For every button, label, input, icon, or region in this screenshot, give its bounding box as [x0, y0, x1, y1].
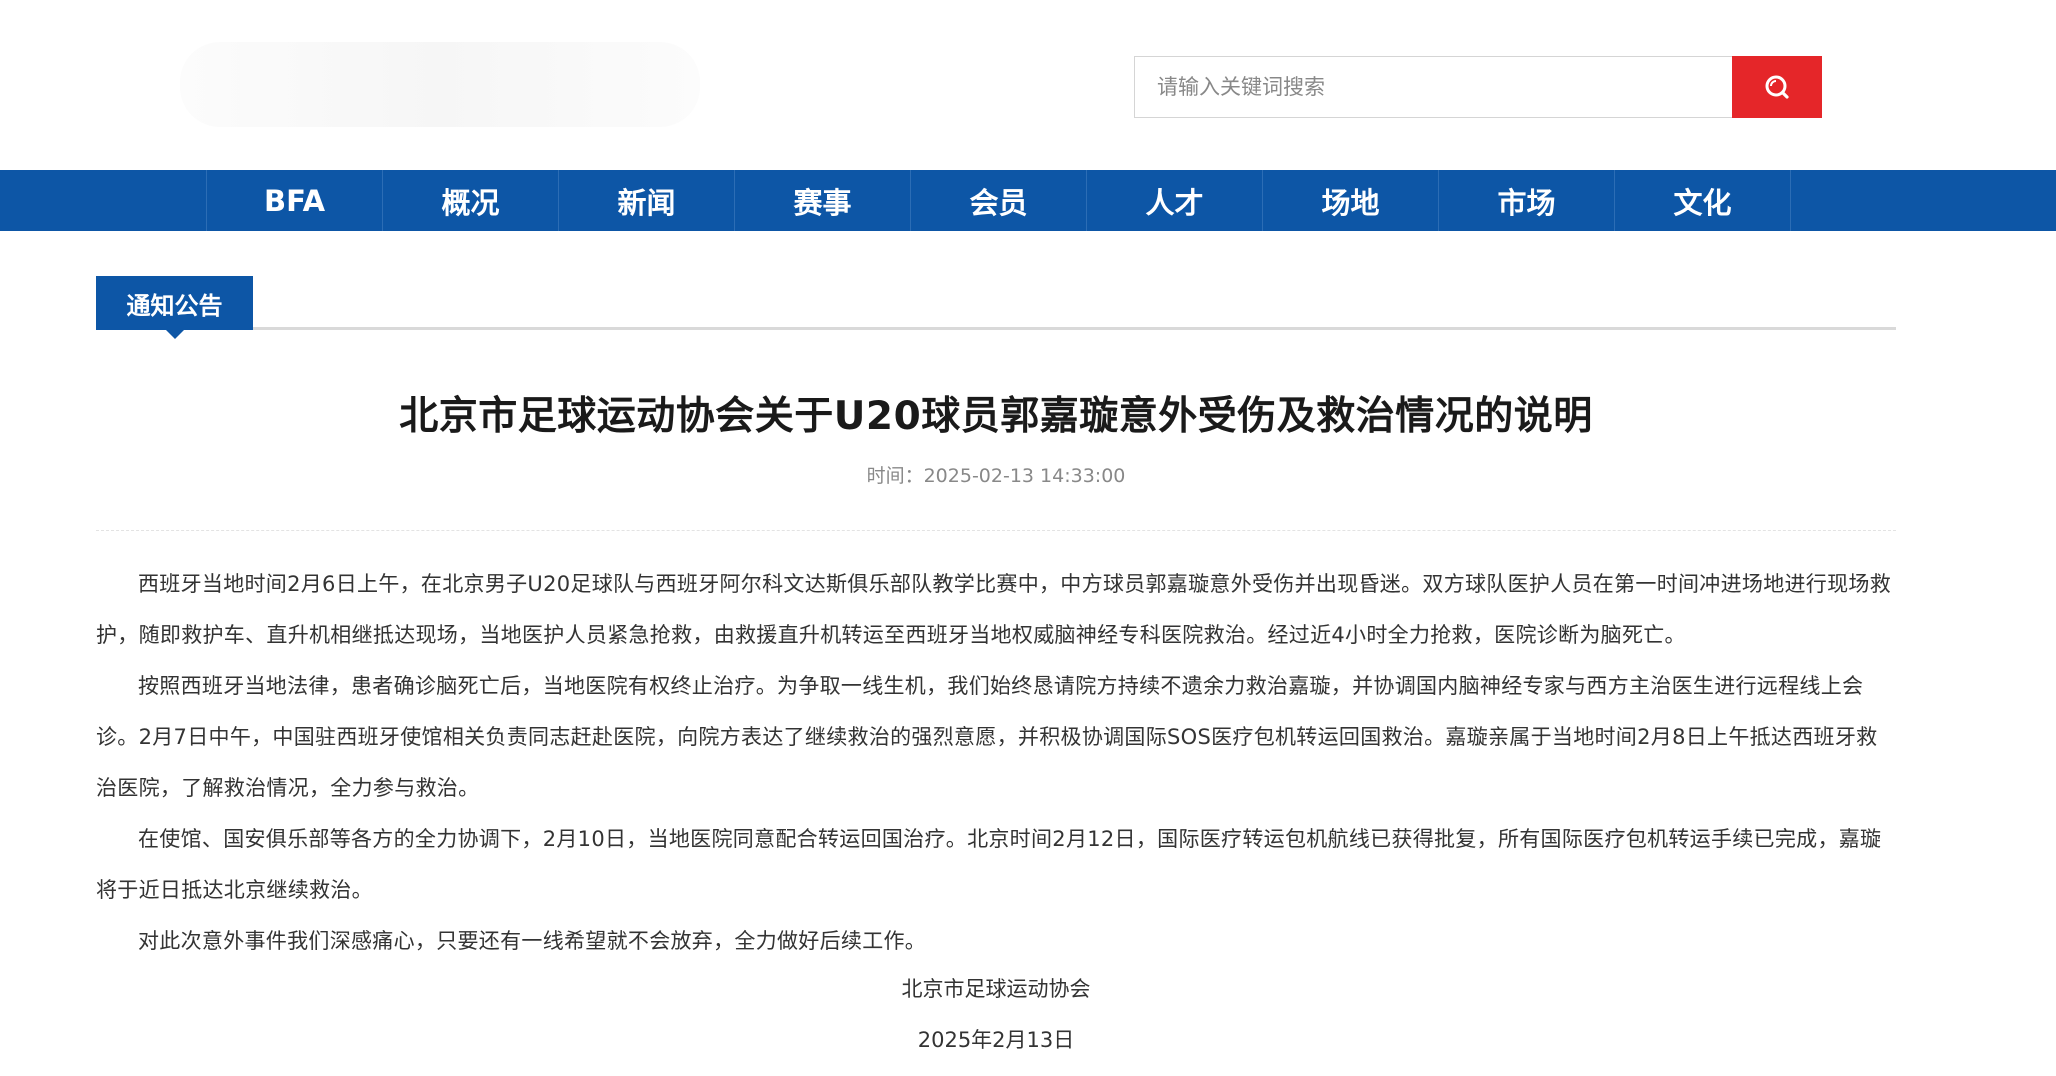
nav-item-overview[interactable]: 概况 — [383, 170, 559, 231]
nav-item-events[interactable]: 赛事 — [735, 170, 911, 231]
search-button[interactable] — [1732, 56, 1822, 118]
page-header — [0, 0, 2056, 170]
search-input[interactable] — [1134, 56, 1732, 118]
article-paragraph: 在使馆、国安俱乐部等各方的全力协调下，2月10日，当地医院同意配合转运回国治疗。… — [96, 827, 1882, 902]
search-box — [1134, 56, 1822, 118]
nav-items: BFA 概况 新闻 赛事 会员 人才 场地 市场 文化 — [206, 170, 1791, 231]
article-paragraph: 按照西班牙当地法律，患者确诊脑死亡后，当地医院有权终止治疗。为争取一线生机，我们… — [96, 674, 1878, 800]
search-icon — [1765, 75, 1789, 99]
nav-item-culture[interactable]: 文化 — [1615, 170, 1791, 231]
site-logo[interactable] — [180, 42, 700, 127]
article-signature: 北京市足球运动协会 — [901, 977, 1091, 1001]
article-title: 北京市足球运动协会关于U20球员郭嘉璇意外受伤及救治情况的说明 — [399, 394, 1593, 439]
main-nav: BFA 概况 新闻 赛事 会员 人才 场地 市场 文化 — [0, 170, 2056, 231]
article-timestamp: 时间：2025-02-13 14:33:00 — [866, 465, 1126, 487]
article-divider — [96, 530, 1896, 531]
article-paragraph: 对此次意外事件我们深感痛心，只要还有一线希望就不会放弃，全力做好后续工作。 — [138, 929, 927, 953]
nav-item-venues[interactable]: 场地 — [1263, 170, 1439, 231]
article-paragraph: 西班牙当地时间2月6日上午，在北京男子U20足球队与西班牙阿尔科文达斯俱乐部队教… — [96, 572, 1892, 647]
article-body: 西班牙当地时间2月6日上午，在北京男子U20足球队与西班牙阿尔科文达斯俱乐部队教… — [96, 559, 1896, 967]
section-tab-notices[interactable]: 通知公告 — [96, 276, 253, 339]
section-divider — [253, 327, 1896, 330]
nav-item-market[interactable]: 市场 — [1439, 170, 1615, 231]
section-header: 通知公告 — [96, 276, 1896, 339]
nav-item-news[interactable]: 新闻 — [559, 170, 735, 231]
nav-item-bfa[interactable]: BFA — [207, 170, 383, 231]
nav-item-members[interactable]: 会员 — [911, 170, 1087, 231]
article-date: 2025年2月13日 — [917, 1028, 1075, 1052]
nav-item-talent[interactable]: 人才 — [1087, 170, 1263, 231]
